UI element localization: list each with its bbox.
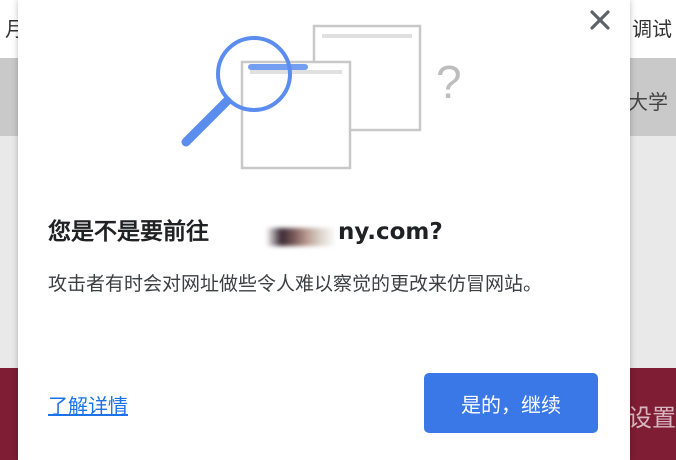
close-button[interactable] [586,6,614,34]
background-bottom-right-text: 设置 [628,404,676,432]
dialog-title-prefix: 您是不是要前往 [48,219,209,245]
continue-button[interactable]: 是的，继续 [424,373,598,433]
background-mid-right-text: 大学 [628,90,668,114]
question-mark-icon: ? [436,56,462,108]
lookalike-illustration: ? [181,24,462,170]
dialog-description: 攻击者有时会对网址做些令人难以察觉的更改来仿冒网站。 [48,273,543,295]
close-icon [590,10,610,30]
background-top-right-text: 调试 [632,17,672,41]
dialog-title-domain: ny.com? [338,219,443,245]
lookalike-url-dialog: ? 您是不是要前往 ny.com? 攻击者有时会对网址做些令人难以察觉的更改来仿… [18,0,630,460]
redacted-domain [266,228,336,246]
learn-more-link[interactable]: 了解详情 [48,390,128,419]
